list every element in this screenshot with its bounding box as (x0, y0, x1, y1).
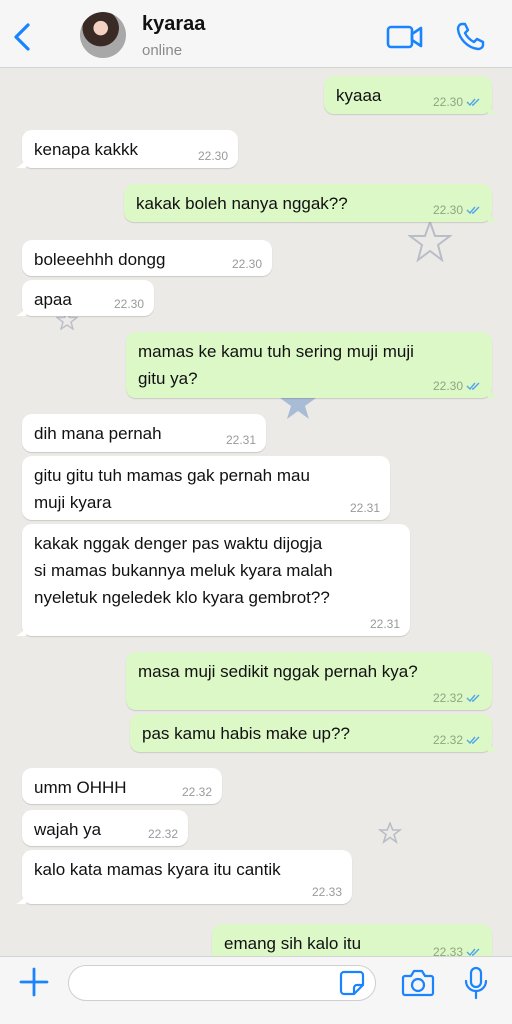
plus-icon[interactable] (18, 966, 50, 998)
incoming-message[interactable]: apaa 22.30 (16, 280, 154, 316)
phone-icon[interactable] (454, 21, 486, 53)
message-time: 22.31 (225, 433, 256, 447)
message-text: masa muji sedikit nggak pernah kya? (138, 662, 418, 681)
message-text: pas kamu habis make up?? (142, 724, 350, 743)
sticker-icon[interactable] (339, 970, 365, 996)
video-camera-icon[interactable] (386, 22, 424, 52)
message-meta: 22.32 (433, 733, 482, 747)
outgoing-message[interactable]: kyaaa 22.30 (324, 76, 498, 114)
bubble-tail (16, 156, 26, 168)
message-input[interactable] (68, 965, 376, 1001)
message-list[interactable]: kyaaa 22.30 kenapa kakkk 22.30 kakak bol… (0, 68, 512, 956)
double-check-icon (466, 98, 480, 107)
bubble-tail (488, 740, 498, 752)
bubble-tail (16, 624, 26, 636)
message-time: 22.32 (432, 733, 463, 747)
contact-status: online (142, 42, 183, 59)
bubble-tail (488, 386, 498, 398)
double-check-icon (466, 694, 480, 703)
message-time: 22.32 (181, 785, 212, 799)
double-check-icon (466, 948, 480, 956)
message-time: 22.30 (432, 203, 463, 217)
message-meta: 22.32 (433, 691, 482, 705)
message-time: 22.30 (432, 95, 463, 109)
incoming-message[interactable]: dih mana pernah 22.31 (22, 414, 266, 452)
message-time: 22.30 (197, 149, 228, 163)
bubble-tail (488, 210, 498, 222)
incoming-message[interactable]: kenapa kakkk 22.30 (16, 130, 238, 168)
message-time: 22.30 (432, 379, 463, 393)
message-text: boleeehhh dongg (34, 250, 166, 269)
message-text: mamas ke kamu tuh sering muji muji gitu … (138, 342, 414, 388)
message-text: kakak boleh nanya nggak?? (136, 194, 348, 213)
message-text: kalo kata mamas kyara itu cantik (34, 860, 281, 879)
double-check-icon (466, 736, 480, 745)
message-meta: 22.30 (433, 95, 482, 109)
message-meta: 22.30 (433, 379, 482, 393)
incoming-message[interactable]: wajah ya 22.32 (22, 810, 188, 846)
microphone-icon[interactable] (464, 966, 488, 1000)
message-text: dih mana pernah (34, 424, 162, 443)
incoming-message[interactable]: umm OHHH 22.32 (22, 768, 222, 804)
camera-icon[interactable] (401, 968, 435, 998)
double-check-icon (466, 382, 480, 391)
incoming-message[interactable]: boleeehhh dongg 22.30 (22, 240, 272, 276)
outgoing-message[interactable]: pas kamu habis make up?? 22.32 (130, 714, 498, 752)
outgoing-message[interactable]: mamas ke kamu tuh sering muji muji gitu … (126, 332, 498, 398)
chat-header: kyaraa online (0, 0, 512, 68)
message-time: 22.31 (349, 501, 380, 515)
message-time: 22.31 (369, 617, 400, 631)
outgoing-message[interactable]: kakak boleh nanya nggak?? 22.30 (124, 184, 498, 222)
incoming-message[interactable]: gitu gitu tuh mamas gak pernah mau muji … (22, 456, 390, 520)
message-time: 22.32 (147, 827, 178, 841)
message-time: 22.32 (432, 691, 463, 705)
bubble-tail (16, 304, 26, 316)
outgoing-message[interactable]: emang sih kalo itu 22.33 (212, 924, 492, 956)
bubble-tail (16, 892, 26, 904)
bubble-tail (488, 102, 498, 114)
avatar[interactable] (80, 12, 126, 58)
incoming-message[interactable]: kakak nggak denger pas waktu dijogja si … (16, 524, 410, 636)
message-time: 22.30 (113, 297, 144, 311)
incoming-message[interactable]: kalo kata mamas kyara itu cantik 22.33 (16, 850, 352, 904)
wallpaper-star-icon (378, 822, 402, 844)
chevron-left-icon[interactable] (8, 20, 36, 54)
message-meta: 22.33 (433, 945, 482, 956)
double-check-icon (466, 206, 480, 215)
message-time: 22.33 (432, 945, 463, 956)
message-text: gitu gitu tuh mamas gak pernah mau muji … (34, 466, 310, 512)
wallpaper-star-icon (408, 220, 452, 262)
outgoing-message[interactable]: masa muji sedikit nggak pernah kya? 22.3… (126, 652, 492, 710)
message-time: 22.30 (231, 257, 262, 271)
message-time: 22.33 (311, 885, 342, 899)
message-meta: 22.30 (433, 203, 482, 217)
message-text: kakak nggak denger pas waktu dijogja si … (34, 534, 333, 607)
contact-name[interactable]: kyaraa (142, 13, 205, 36)
